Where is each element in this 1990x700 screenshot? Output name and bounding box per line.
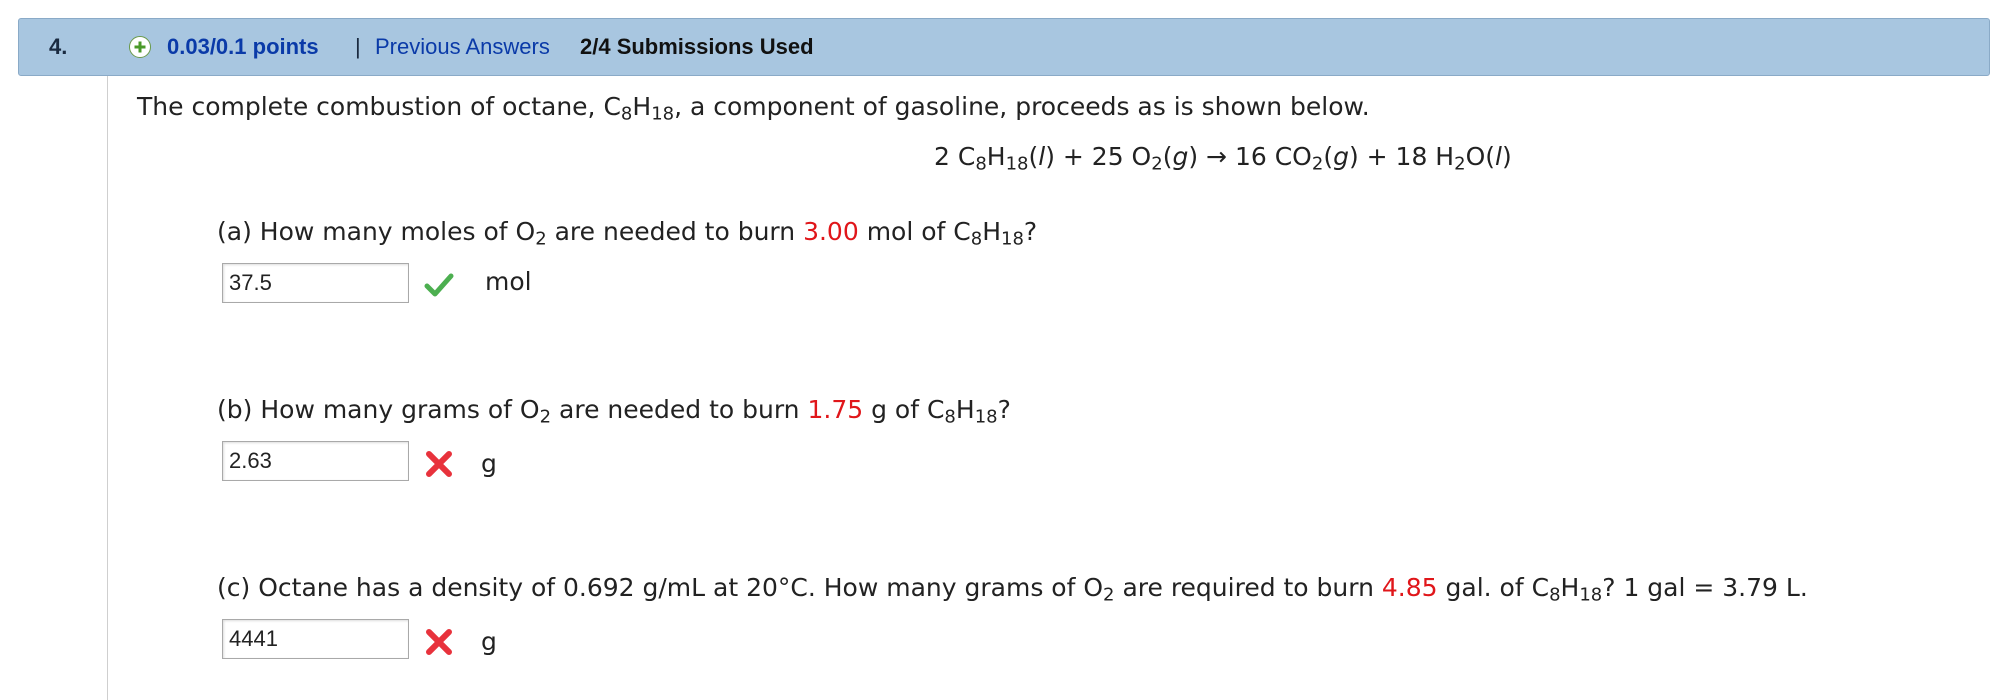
x-icon xyxy=(426,629,452,655)
combustion-equation: 2 C8H18(l) + 25 O2(g) → 16 CO2(g) + 18 H… xyxy=(934,142,1512,175)
question-header: 4. 0.03/0.1 points | Previous Answers 2/… xyxy=(18,18,1990,76)
question-part-c: (c) Octane has a density of 0.692 g/mL a… xyxy=(217,573,1808,606)
question-part-a: (a) How many moles of O2 are needed to b… xyxy=(217,217,1038,250)
header-separator: | xyxy=(355,34,361,59)
answer-input-c[interactable]: 4441 xyxy=(222,619,409,659)
previous-answers-link[interactable]: Previous Answers xyxy=(375,34,550,60)
points-score: 0.03/0.1 points xyxy=(167,34,319,59)
content-divider xyxy=(107,76,108,700)
answer-input-b[interactable]: 2.63 xyxy=(222,441,409,481)
answer-input-a[interactable]: 37.5 xyxy=(222,263,409,303)
question-number: 4. xyxy=(49,34,68,59)
submissions-used: 2/4 Submissions Used xyxy=(580,34,814,59)
plus-icon[interactable] xyxy=(129,36,151,58)
problem-intro: The complete combustion of octane, C8H18… xyxy=(137,92,1370,125)
unit-label-b: g xyxy=(481,449,497,478)
unit-label-a: mol xyxy=(485,267,532,296)
checkmark-icon xyxy=(424,273,454,297)
unit-label-c: g xyxy=(481,627,497,656)
x-icon xyxy=(426,451,452,477)
question-part-b: (b) How many grams of O2 are needed to b… xyxy=(217,395,1011,428)
